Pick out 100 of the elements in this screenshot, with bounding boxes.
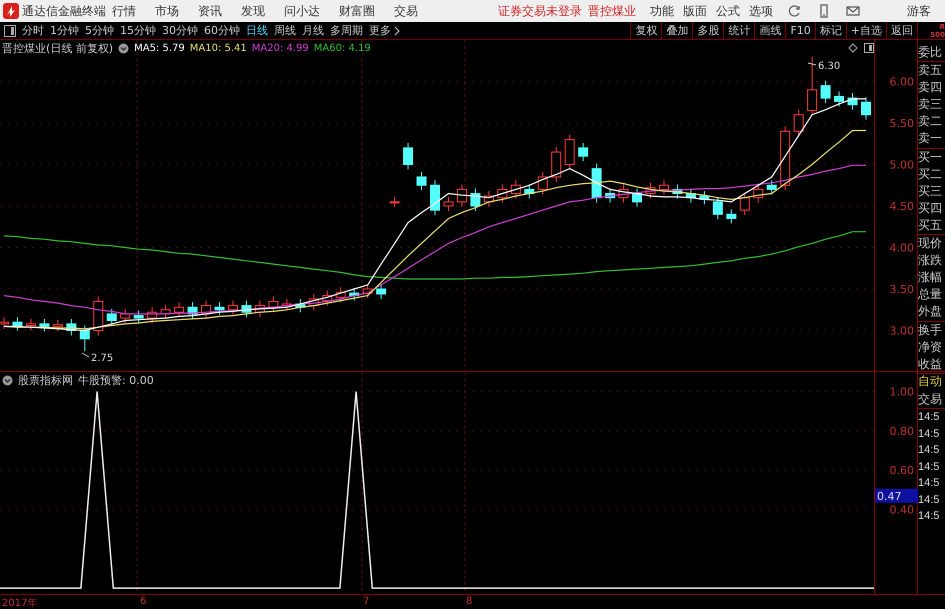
period-tab[interactable]: 月线 [302, 23, 324, 38]
quote-label: 买一 [918, 148, 943, 166]
menu-item[interactable]: 行情 [112, 2, 136, 20]
period-tab[interactable]: 更多 [369, 23, 400, 38]
menu-item[interactable]: 市场 [155, 2, 179, 20]
menu-item[interactable]: 功能 [650, 2, 674, 20]
candlestick [254, 300, 265, 318]
candlestick [766, 180, 777, 195]
candlestick [228, 300, 238, 316]
candlestick [712, 196, 723, 220]
quote-label: 买二 [918, 166, 943, 183]
date-label: 6 [140, 596, 146, 607]
quote-label: 换手 [918, 322, 943, 338]
dropdown-icon[interactable] [2, 375, 13, 386]
candlestick [106, 308, 117, 326]
candlestick [484, 190, 494, 208]
candlestick [362, 284, 373, 299]
candlestick [12, 316, 22, 331]
trade-time: 14:5 [918, 443, 940, 458]
candlestick [0, 316, 9, 330]
period-tab[interactable]: 周线 [274, 23, 296, 38]
candlestick [740, 192, 750, 216]
menu-item[interactable]: 选项 [749, 2, 773, 20]
axis-label: 6.00 [890, 76, 914, 88]
quote-label: 现价 [918, 235, 943, 252]
candlestick [726, 208, 736, 224]
menu-item[interactable]: 财富圈 [339, 2, 375, 20]
candlestick [564, 134, 575, 170]
quote-label: 买三 [918, 182, 943, 200]
quote-label: 卖二 [918, 113, 943, 130]
candlestick [403, 142, 414, 170]
candlestick [39, 318, 50, 332]
candlestick [578, 142, 588, 162]
candlestick [390, 196, 400, 208]
menu-item[interactable]: 发现 [241, 2, 265, 20]
candlestick [282, 298, 292, 312]
indicator-title: 股票指标网 [18, 373, 73, 388]
candlestick [820, 80, 831, 104]
candlestick [376, 284, 386, 300]
menu-item[interactable]: 资讯 [198, 2, 222, 20]
quote-label: 涨跌 [918, 252, 943, 270]
candlestick [188, 302, 198, 320]
quote-label: 外盘 [918, 303, 945, 322]
candlestick [174, 302, 184, 318]
candlestick [497, 184, 508, 204]
candlestick [592, 163, 602, 204]
period-tab[interactable]: 15分钟 [120, 23, 156, 38]
axis-label: 3.00 [890, 324, 914, 338]
diamond-icon [848, 43, 858, 53]
candlestick [295, 298, 306, 313]
chart-title: 晋控煤业(日线 前复权) [2, 41, 114, 56]
candlestick [686, 188, 696, 204]
panel-icon[interactable] [4, 24, 16, 36]
candlestick [134, 310, 144, 324]
app-title: 通达信金融终端 [22, 2, 107, 20]
dropdown-icon[interactable] [118, 43, 130, 54]
menu-item[interactable]: 公式 [716, 2, 740, 20]
candlestick [147, 306, 158, 324]
candlestick [848, 92, 858, 110]
period-tab[interactable]: 5分钟 [85, 23, 114, 38]
quote-label: 买四 [918, 200, 943, 217]
trade-time: 14:5 [918, 509, 940, 524]
candlestick [632, 188, 642, 208]
candlestick [120, 308, 130, 324]
period-tab[interactable]: 1分钟 [50, 23, 79, 38]
candlestick [605, 188, 616, 204]
period-tab[interactable]: 分时 [22, 23, 44, 38]
chevron-icon[interactable] [394, 26, 400, 36]
user-name[interactable]: 游客 [907, 2, 931, 20]
candlestick [618, 184, 629, 204]
menu-item[interactable]: 交易 [394, 2, 418, 20]
period-tab[interactable]: 60分钟 [204, 23, 240, 38]
menu-item[interactable]: 问小达 [284, 2, 320, 20]
period-tab[interactable]: 30分钟 [162, 23, 198, 38]
candlestick [430, 180, 440, 216]
candlestick [456, 184, 467, 208]
axis-label: 4.00 [890, 242, 914, 254]
mail-icon[interactable] [846, 4, 860, 18]
menu-item[interactable]: 版面 [683, 2, 707, 20]
quote-label: 净资 [918, 338, 943, 356]
candlestick [66, 318, 76, 336]
candlestick [201, 300, 212, 320]
candlestick [807, 56, 818, 116]
period-tab[interactable]: 多周期 [330, 23, 363, 38]
date-label: 8 [466, 596, 472, 607]
quote-label: 涨幅 [918, 269, 943, 286]
candlestick [336, 286, 346, 303]
legend-label: MA20: 4.99 [252, 43, 309, 54]
candlestick [93, 296, 104, 336]
candlestick [780, 126, 790, 191]
status-text[interactable]: 证券交易未登录 [498, 2, 582, 20]
axis-label: 5.50 [890, 117, 914, 130]
legend-label: MA10: 5.41 [190, 43, 247, 54]
candlestick [753, 184, 764, 204]
status-text[interactable]: 晋控煤业 [588, 2, 636, 20]
candlestick [308, 293, 319, 312]
quote-label: 委比 [918, 44, 945, 62]
refresh-icon[interactable] [788, 4, 802, 18]
trade-time: 14:5 [918, 492, 940, 508]
period-tab[interactable]: 日线 [246, 23, 268, 38]
